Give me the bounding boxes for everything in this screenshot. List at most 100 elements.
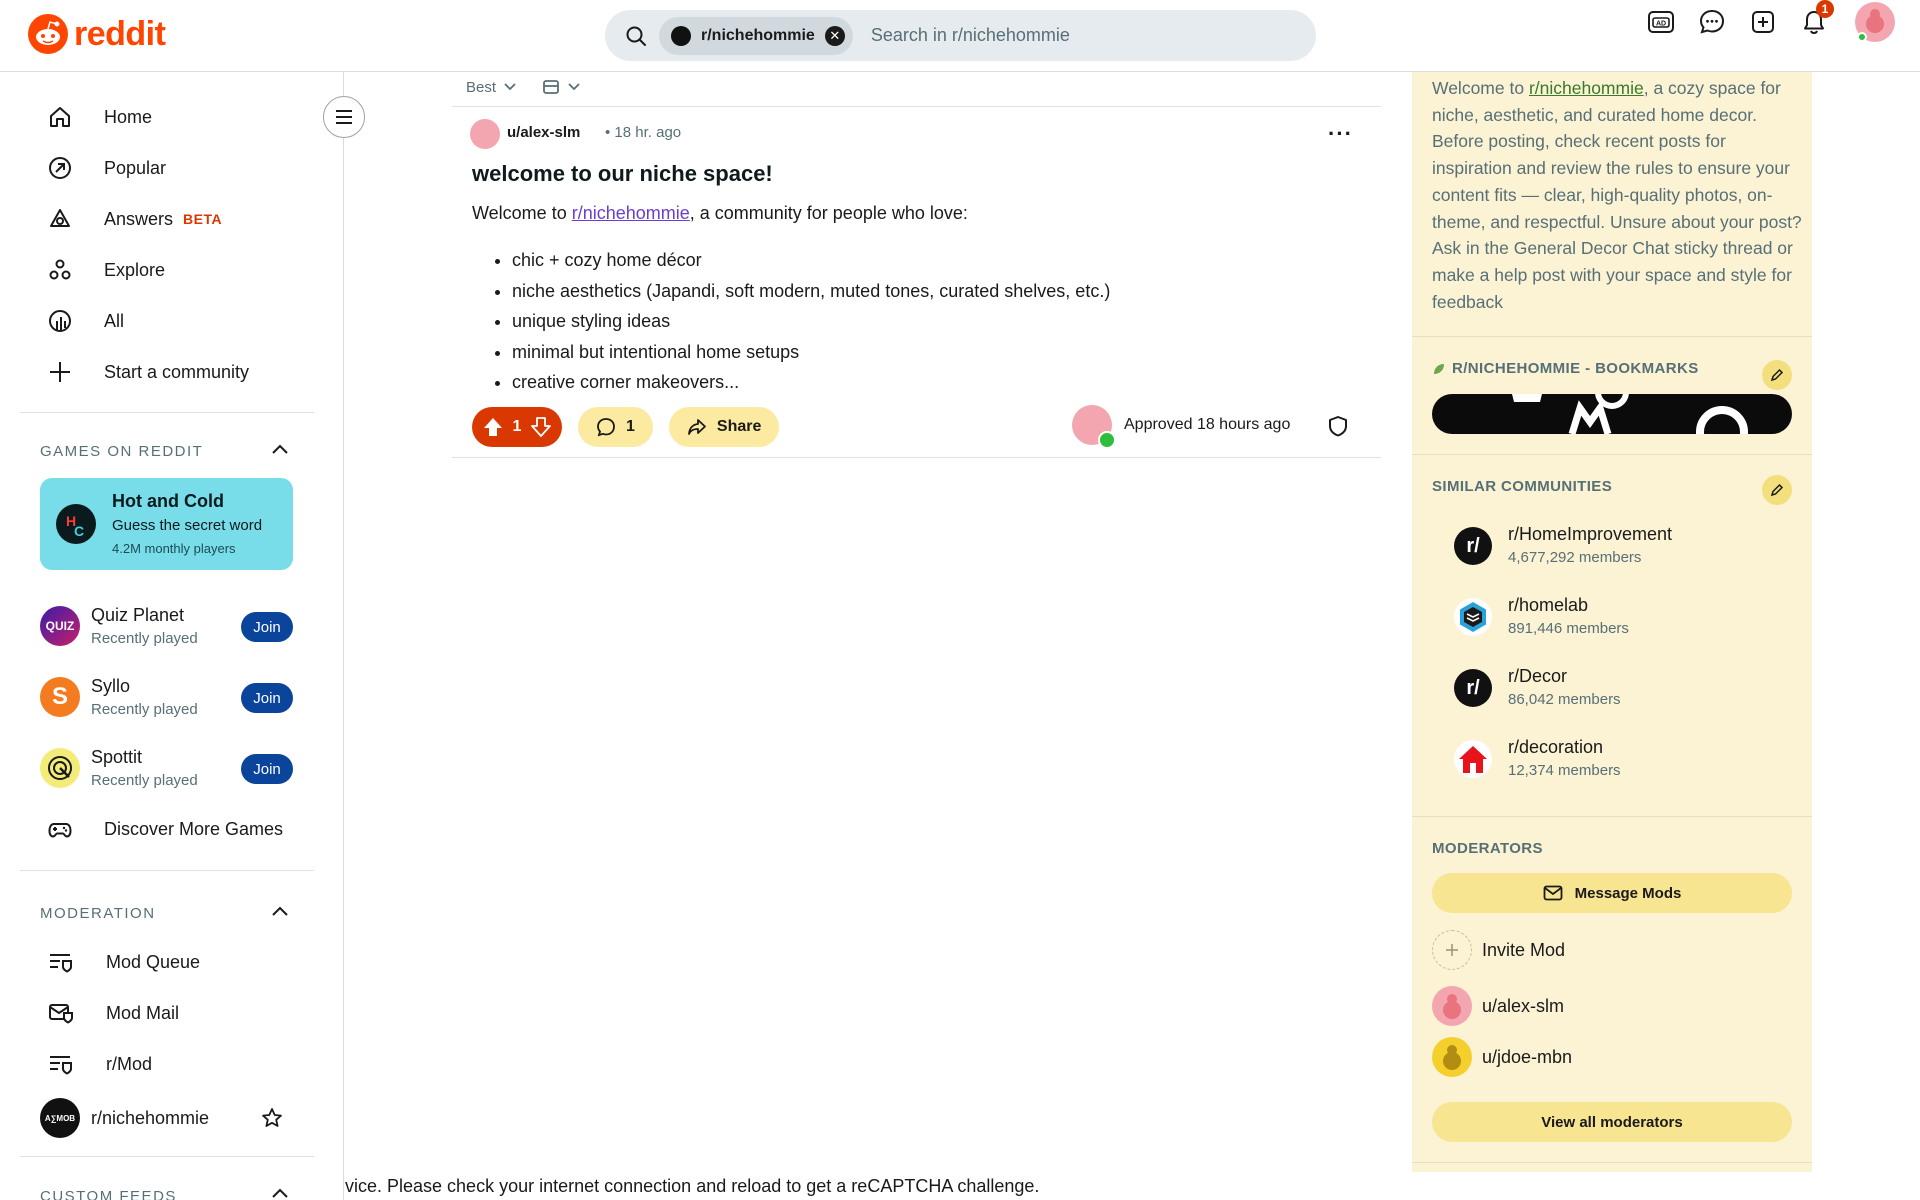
house-icon: [1454, 740, 1492, 778]
post-actions: 1 1 Share: [472, 407, 780, 447]
bookmarks-title-text: R/NICHEHOMMIE - BOOKMARKS: [1452, 360, 1699, 377]
svg-text:A∑MOB: A∑MOB: [45, 1114, 75, 1123]
community-item[interactable]: r/ r/HomeImprovement 4,677,292 members: [1454, 521, 1784, 571]
search-bar[interactable]: r/nichehommie ✕: [605, 10, 1316, 61]
hot-and-cold-icon: HC: [56, 504, 96, 544]
comments-button[interactable]: 1: [578, 407, 653, 447]
community-item[interactable]: r/homelab 891,446 members: [1454, 592, 1784, 642]
nav-home[interactable]: Home: [48, 102, 152, 132]
intro-suffix: , a community for people who love:: [689, 203, 968, 223]
community-scope-chip[interactable]: r/nichehommie ✕: [659, 16, 853, 55]
nav-answers[interactable]: Answers BETA: [48, 204, 222, 234]
community-link[interactable]: r/nichehommie: [572, 203, 690, 223]
join-button[interactable]: Join: [241, 683, 293, 713]
post-card[interactable]: u/alex-slm • 18 hr. ago ··· welcome to o…: [452, 106, 1381, 458]
user-avatar: [1855, 2, 1895, 42]
game-row-quiz-planet[interactable]: QUIZ Quiz Planet Recently played Join: [40, 602, 293, 650]
invite-mod-button[interactable]: Invite Mod: [1432, 929, 1565, 971]
community-item[interactable]: r/ r/Decor 86,042 members: [1454, 663, 1784, 713]
nav-label: Explore: [104, 259, 166, 280]
homelab-icon: [1454, 598, 1492, 636]
view-all-moderators-label: View all moderators: [1541, 1113, 1683, 1131]
approver-avatar: [1072, 405, 1116, 449]
moderator-item[interactable]: u/alex-slm: [1432, 985, 1564, 1027]
collapse-sidebar-button[interactable]: [323, 96, 365, 138]
game-status: Recently played: [91, 772, 198, 789]
join-button[interactable]: Join: [241, 612, 293, 642]
community-link[interactable]: r/nichehommie: [1529, 78, 1644, 98]
explore-icon: [49, 259, 71, 280]
author-avatar[interactable]: [470, 119, 500, 149]
featured-game-card[interactable]: HC Hot and Cold Guess the secret word 4.…: [40, 478, 293, 570]
sidebar-divider: [1412, 454, 1812, 455]
share-button[interactable]: Share: [668, 407, 780, 447]
mod-shield-icon[interactable]: [1328, 415, 1348, 437]
chevron-up-icon[interactable]: [270, 904, 290, 918]
message-mods-button[interactable]: Message Mods: [1432, 873, 1792, 913]
sort-dropdown[interactable]: Best: [466, 79, 516, 96]
game-row-syllo[interactable]: S Syllo Recently played Join: [40, 673, 293, 721]
chevron-up-icon[interactable]: [270, 1186, 290, 1200]
nav-explore[interactable]: Explore: [48, 255, 165, 285]
sort-label: Best: [466, 78, 497, 96]
chat-icon: [1699, 9, 1725, 34]
nav-mod-queue[interactable]: Mod Queue: [48, 947, 200, 977]
gamepad-icon: [48, 823, 72, 838]
list-item: minimal but intentional home setups: [512, 337, 1110, 368]
join-button[interactable]: Join: [241, 754, 293, 784]
moderator-name: u/alex-slm: [1482, 995, 1565, 1016]
moderator-avatar: [1432, 1037, 1472, 1077]
nav-r-mod[interactable]: r/Mod: [48, 1049, 152, 1079]
nav-label: Mod Mail: [106, 1002, 180, 1023]
moderator-item[interactable]: u/jdoe-mbn: [1432, 1036, 1572, 1078]
chat-button[interactable]: [1690, 0, 1734, 44]
more-options-icon[interactable]: ···: [1328, 121, 1353, 147]
all-icon: [49, 310, 71, 332]
svg-text:C: C: [74, 523, 84, 539]
nav-community-nichehommie[interactable]: A∑MOB r/nichehommie: [40, 1098, 292, 1138]
snoo-logo-icon: [28, 14, 68, 54]
upvote-icon[interactable]: [482, 416, 504, 438]
clear-scope-icon[interactable]: ✕: [824, 25, 845, 46]
nav-mod-mail[interactable]: Mod Mail: [48, 998, 179, 1028]
bookmarks-banner-image[interactable]: [1432, 394, 1792, 434]
nav-label: r/Mod: [106, 1053, 153, 1074]
post-bullets: chic + cozy home décor niche aesthetics …: [512, 245, 1110, 398]
user-menu-button[interactable]: [1854, 0, 1896, 44]
nav-all[interactable]: All: [48, 306, 124, 336]
create-icon: [1752, 11, 1774, 33]
star-icon[interactable]: [261, 1107, 283, 1129]
comment-count: 1: [626, 418, 635, 435]
view-dropdown[interactable]: [542, 79, 580, 95]
edit-similar-communities-button[interactable]: [1762, 475, 1792, 505]
online-status-dot: [1857, 32, 1867, 42]
post-author[interactable]: u/alex-slm: [507, 124, 580, 141]
downvote-icon[interactable]: [530, 416, 552, 438]
games-section-title: GAMES ON REDDIT: [40, 443, 204, 460]
edit-bookmarks-button[interactable]: [1762, 360, 1792, 390]
share-label: Share: [716, 418, 762, 435]
community-item[interactable]: r/decoration 12,374 members: [1454, 734, 1784, 784]
featured-game-players: 4.2M monthly players: [112, 541, 236, 556]
discover-more-games[interactable]: Discover More Games: [48, 814, 283, 844]
nav-popular[interactable]: Popular: [48, 153, 166, 183]
sort-bar: Best: [466, 72, 580, 102]
game-row-spottit[interactable]: Spottit Recently played Join: [40, 744, 293, 792]
nav-start-community[interactable]: Start a community: [48, 357, 249, 387]
notifications-button[interactable]: 1: [1792, 0, 1836, 44]
moderator-name: u/jdoe-mbn: [1482, 1046, 1573, 1067]
chevron-up-icon[interactable]: [270, 442, 290, 456]
search-input[interactable]: [870, 25, 1291, 46]
community-avatar: [671, 25, 691, 46]
plus-icon: [1432, 930, 1472, 970]
reddit-logo[interactable]: reddit: [28, 14, 166, 54]
community-members: 891,446 members: [1508, 620, 1629, 637]
custom-feeds-section-title: CUSTOM FEEDS: [40, 1188, 177, 1200]
list-item: niche aesthetics (Japandi, soft modern, …: [512, 276, 1110, 307]
sidebar-divider: [1412, 1162, 1812, 1163]
advertise-button[interactable]: AD: [1639, 0, 1683, 44]
view-all-moderators-button[interactable]: View all moderators: [1432, 1102, 1792, 1142]
post-title[interactable]: welcome to our niche space!: [472, 161, 773, 187]
create-post-button[interactable]: [1741, 0, 1785, 44]
comment-icon: [597, 418, 615, 437]
